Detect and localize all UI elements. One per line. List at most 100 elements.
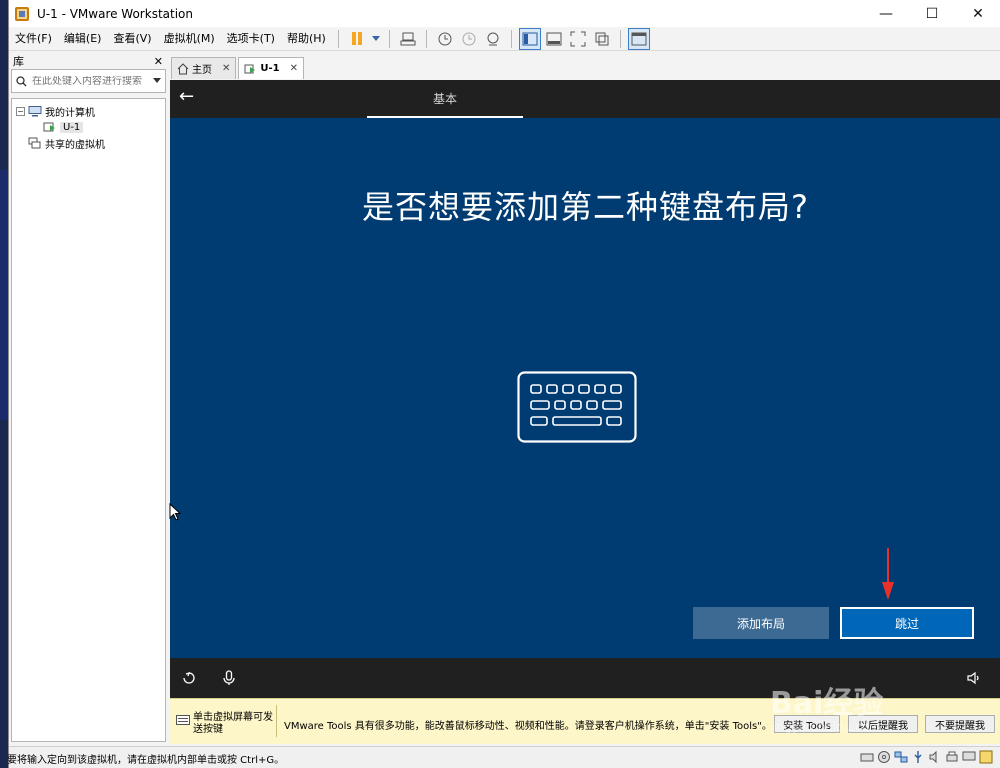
library-tree: − 我的计算机 U-1 共享的虚拟机 — [11, 98, 166, 742]
collapse-toggle-icon[interactable]: − — [16, 106, 25, 116]
snapshot-manager-icon — [487, 32, 499, 45]
tab-u1-label: U-1 — [260, 63, 280, 74]
toolbar-separator — [425, 29, 427, 48]
revert-snapshot-button[interactable] — [458, 28, 480, 50]
library-title: 库 — [13, 55, 24, 68]
display-icon[interactable] — [962, 750, 976, 764]
tab-home-close-button[interactable]: ✕ — [222, 63, 230, 74]
never-remind-button[interactable]: 不要提醒我 — [925, 715, 995, 733]
maximize-button[interactable]: ☐ — [909, 0, 955, 27]
vmware-tools-notification: 单击虚拟屏幕可发送按键 VMware Tools 具有很多功能，能改善鼠标移动性… — [170, 698, 1000, 744]
keyboard-hint-icon — [176, 715, 190, 725]
thumbnail-view-button[interactable] — [543, 28, 565, 50]
notification-separator — [276, 705, 277, 737]
tree-item-shared-vms[interactable]: 共享的虚拟机 — [12, 135, 165, 151]
close-button[interactable]: ✕ — [955, 0, 1000, 27]
vm-console-screen[interactable]: ← 基本 是否想要添加第二种键盘布局? 添加布局 跳过 — [170, 80, 1000, 698]
oobe-header: ← 基本 — [170, 80, 1000, 118]
library-header: 库 ✕ — [9, 53, 167, 69]
install-tools-button[interactable]: 安装 Tools — [774, 715, 840, 733]
pause-dropdown[interactable] — [370, 28, 382, 50]
fullscreen-button[interactable] — [567, 28, 589, 50]
document-tabs: 主页 ✕ U-1 ✕ — [171, 57, 306, 79]
keyboard-icon — [517, 371, 637, 443]
add-layout-button[interactable]: 添加布局 — [693, 607, 829, 639]
network-adapter-icon[interactable] — [894, 750, 908, 764]
minimize-button[interactable]: — — [863, 0, 909, 27]
tab-u1-close-button[interactable]: ✕ — [290, 63, 298, 74]
home-icon — [177, 62, 189, 74]
menu-bar: 文件(F) 编辑(E) 查看(V) 虚拟机(M) 选项卡(T) 帮助(H) — [9, 27, 1000, 51]
chevron-down-icon[interactable] — [153, 78, 161, 84]
menu-edit[interactable]: 编辑(E) — [58, 27, 108, 51]
hard-disk-icon[interactable] — [860, 750, 874, 764]
remind-later-button[interactable]: 以后提醒我 — [848, 715, 918, 733]
revert-snapshot-icon — [462, 32, 476, 45]
tree-label-shared-vms: 共享的虚拟机 — [45, 139, 105, 151]
computer-icon — [28, 105, 42, 117]
volume-icon[interactable] — [966, 670, 982, 686]
pause-icon — [351, 32, 362, 45]
tools-message: VMware Tools 具有很多功能，能改善鼠标移动性、视频和性能。请登录客户… — [284, 721, 772, 732]
toolbar-separator — [619, 29, 621, 48]
library-search-input[interactable] — [32, 75, 152, 87]
tree-item-my-computer[interactable]: − 我的计算机 — [12, 103, 165, 119]
tree-label-u1: U-1 — [60, 121, 84, 133]
menu-view[interactable]: 查看(V) — [107, 27, 157, 51]
printer-icon[interactable] — [945, 750, 959, 764]
vm-running-icon — [43, 122, 57, 133]
oobe-section-tab: 基本 — [432, 92, 457, 106]
menu-help[interactable]: 帮助(H) — [281, 27, 332, 51]
menu-file[interactable]: 文件(F) — [9, 27, 58, 51]
snapshot-icon — [438, 32, 452, 45]
oobe-section-underline — [367, 116, 523, 118]
unity-icon — [595, 32, 609, 45]
message-log-icon[interactable] — [979, 750, 993, 764]
pause-button[interactable] — [346, 28, 368, 50]
mouse-cursor-icon — [169, 503, 181, 521]
cd-dvd-icon[interactable] — [877, 750, 891, 764]
fullscreen-icon — [570, 31, 586, 46]
desktop-background — [0, 0, 8, 768]
red-arrow-annotation — [882, 548, 894, 600]
ease-of-access-icon[interactable] — [181, 670, 197, 686]
click-screen-hint: 单击虚拟屏幕可发送按键 — [193, 712, 273, 735]
skip-button[interactable]: 跳过 — [840, 607, 974, 639]
vmware-window: U-1 - VMware Workstation — ☐ ✕ 文件(F) 编辑(… — [7, 0, 1000, 768]
tab-u1[interactable]: U-1 ✕ — [238, 57, 305, 79]
thumbnail-view-icon — [546, 32, 562, 45]
usb-icon[interactable] — [911, 750, 925, 764]
status-bar: 要将输入定向到该虚拟机，请在虚拟机内部单击或按 Ctrl+G。 — [7, 746, 1000, 768]
toolbar-separator — [388, 29, 390, 48]
menu-vm[interactable]: 虚拟机(M) — [158, 27, 221, 51]
snapshot-manager-button[interactable] — [482, 28, 504, 50]
library-search-box[interactable] — [11, 69, 166, 93]
back-arrow-icon[interactable]: ← — [179, 86, 203, 110]
send-ctrl-alt-del-icon — [400, 32, 416, 45]
tab-home[interactable]: 主页 ✕ — [171, 57, 237, 79]
device-status-icons — [860, 750, 993, 764]
chevron-down-icon — [371, 35, 380, 41]
shared-vm-icon — [28, 137, 42, 149]
console-view-button[interactable] — [627, 27, 650, 50]
tree-item-vm-u1[interactable]: U-1 — [12, 119, 165, 135]
title-bar: U-1 - VMware Workstation — ☐ ✕ — [9, 0, 1000, 27]
send-ctrl-alt-del-button[interactable] — [397, 28, 419, 50]
status-text: 要将输入定向到该虚拟机，请在虚拟机内部单击或按 Ctrl+G。 — [7, 755, 285, 766]
menu-tabs[interactable]: 选项卡(T) — [221, 27, 281, 51]
search-icon — [16, 75, 27, 86]
microphone-icon[interactable] — [221, 670, 237, 686]
console-view-icon — [631, 32, 647, 45]
library-view-button[interactable] — [518, 27, 541, 50]
toolbar-separator — [337, 29, 339, 48]
library-close-button[interactable]: ✕ — [154, 55, 163, 68]
oobe-heading: 是否想要添加第二种键盘布局? — [362, 188, 809, 226]
tab-home-label: 主页 — [192, 65, 212, 76]
toolbar-separator — [510, 29, 512, 48]
window-title: U-1 - VMware Workstation — [37, 6, 193, 21]
tree-label-my-computer: 我的计算机 — [45, 107, 95, 119]
oobe-footer — [170, 658, 1000, 698]
snapshot-button[interactable] — [434, 28, 456, 50]
sound-card-icon[interactable] — [928, 750, 942, 764]
unity-button[interactable] — [591, 28, 613, 50]
